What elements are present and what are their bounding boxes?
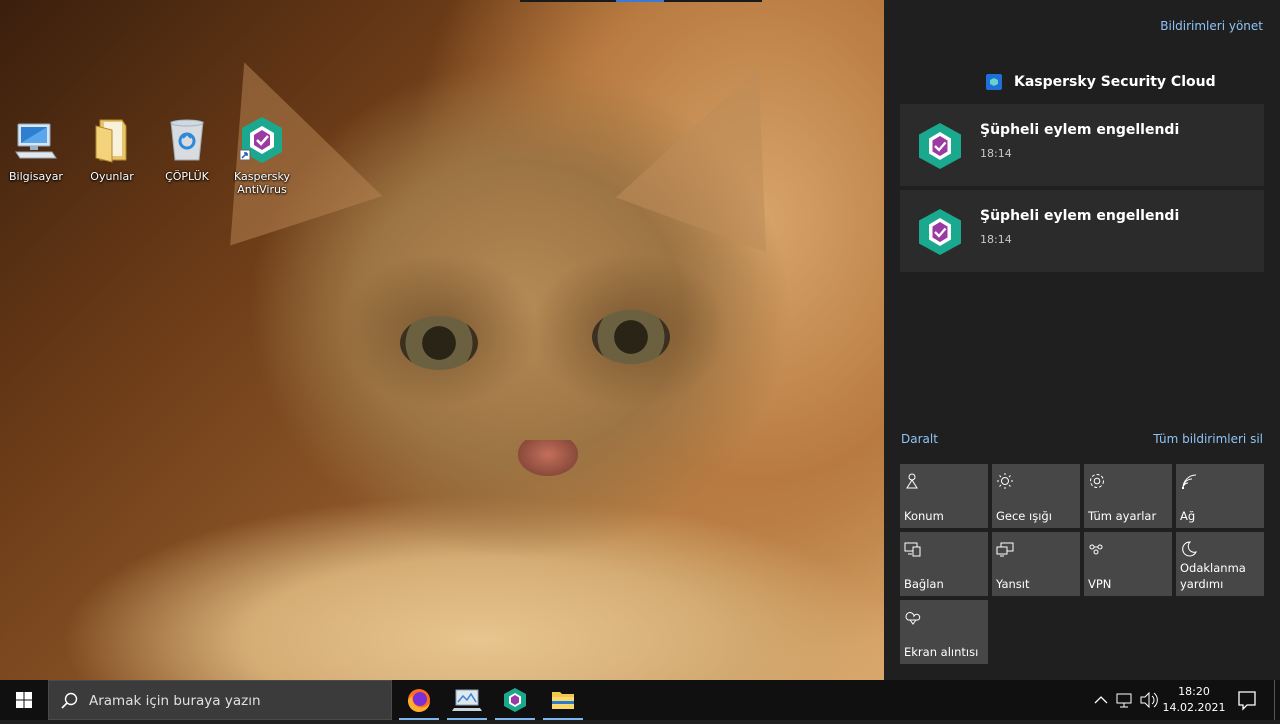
notification-title: Şüpheli eylem engellendi [980, 122, 1180, 138]
taskbar-app-kaspersky[interactable] [491, 680, 539, 720]
search-icon [61, 692, 79, 710]
settings-icon [1088, 472, 1106, 490]
action-center-panel: Bildirimleri yönet Kaspersky Security Cl… [884, 0, 1280, 680]
tile-label: Ekran alıntısı [904, 645, 979, 659]
chevron-up-icon [1094, 696, 1108, 704]
speaker-icon [1140, 691, 1158, 709]
connect-icon [904, 540, 922, 558]
network-wired-icon [1116, 693, 1132, 708]
notification-card[interactable]: Şüpheli eylem engellendi 18:14 [900, 104, 1264, 186]
project-icon [996, 540, 1014, 558]
kaspersky-small-icon [986, 74, 1002, 90]
windows-logo-icon [16, 692, 32, 708]
tile-label: VPN [1088, 577, 1112, 591]
notification-time: 18:14 [980, 147, 1012, 160]
tile-label: Bağlan [904, 577, 944, 591]
notification-time: 18:14 [980, 233, 1012, 246]
tile-label: Konum [904, 509, 944, 523]
start-button[interactable] [0, 680, 48, 720]
folder-icon [88, 116, 136, 164]
desktop-icon-kaspersky[interactable]: Kaspersky AntiVirus [226, 116, 298, 196]
taskbar-search-box[interactable] [48, 680, 392, 720]
tray-network[interactable] [1114, 680, 1136, 720]
quick-action-network[interactable]: Ağ [1176, 464, 1264, 528]
quick-action-vpn[interactable]: VPN [1084, 532, 1172, 596]
wallpaper-cat-ear-right [615, 37, 825, 253]
collapse-link[interactable]: Daralt [901, 432, 938, 446]
desktop-icon-games-folder[interactable]: Oyunlar [76, 116, 148, 183]
quick-action-all-settings[interactable]: Tüm ayarlar [1084, 464, 1172, 528]
manage-notifications-link[interactable]: Bildirimleri yönet [1160, 19, 1263, 33]
recycle-bin-icon [163, 116, 211, 164]
quick-action-night-light[interactable]: Gece ışığı [992, 464, 1080, 528]
firefox-icon [407, 689, 430, 713]
tile-label: Gece ışığı [996, 509, 1052, 523]
notification-card[interactable]: Şüpheli eylem engellendi 18:14 [900, 190, 1264, 272]
taskbar-app-file-explorer[interactable] [539, 680, 587, 720]
wallpaper-cat-nose [518, 440, 578, 476]
desktop-icon-computer[interactable]: Bilgisayar [0, 116, 72, 183]
quick-action-location[interactable]: Konum [900, 464, 988, 528]
kaspersky-icon [918, 209, 962, 255]
quick-action-project[interactable]: Yansıt [992, 532, 1080, 596]
focus-assist-icon [1180, 540, 1198, 558]
computer-icon [12, 116, 60, 164]
desktop-icon-recycle-bin[interactable]: ÇÖPLÜK [151, 116, 223, 183]
desktop-icon-label: Oyunlar [90, 170, 134, 183]
show-hidden-icons-button[interactable] [1092, 680, 1110, 720]
night-light-icon [996, 472, 1014, 490]
screen-snip-icon [904, 608, 922, 626]
clock-time: 18:20 [1178, 685, 1210, 698]
notification-title: Şüpheli eylem engellendi [980, 208, 1180, 224]
action-center-button[interactable] [1228, 680, 1266, 720]
tile-label: Odaklanma yardımı [1180, 561, 1246, 591]
taskbar-app-monitor[interactable] [443, 680, 491, 720]
show-desktop-button[interactable] [1274, 680, 1280, 720]
monitor-app-icon [452, 689, 482, 711]
wallpaper-cat-eye-left [400, 316, 478, 370]
network-icon [1180, 472, 1198, 490]
taskbar: 18:20 14.02.2021 [0, 680, 1280, 720]
location-icon [904, 472, 922, 490]
quick-action-connect[interactable]: Bağlan [900, 532, 988, 596]
taskbar-app-firefox[interactable] [395, 680, 443, 720]
search-input[interactable] [89, 690, 379, 712]
clear-all-notifications-link[interactable]: Tüm bildirimleri sil [1153, 432, 1263, 446]
notification-group-header[interactable]: Kaspersky Security Cloud [986, 74, 1216, 90]
taskbar-clock[interactable]: 18:20 14.02.2021 [1162, 684, 1226, 716]
vpn-icon [1088, 540, 1106, 558]
tile-label: Ağ [1180, 509, 1196, 523]
kaspersky-icon [238, 116, 286, 164]
file-explorer-icon [552, 692, 574, 709]
desktop-icon-label: Bilgisayar [9, 170, 63, 183]
notification-app-name: Kaspersky Security Cloud [1014, 74, 1216, 90]
window-edge-strip [520, 0, 762, 2]
tray-volume[interactable] [1138, 680, 1160, 720]
quick-action-focus-assist[interactable]: Odaklanma yardımı [1176, 532, 1264, 596]
clock-date: 14.02.2021 [1162, 701, 1226, 714]
desktop-icon-label: Kaspersky AntiVirus [234, 170, 290, 196]
kaspersky-icon [504, 688, 526, 712]
kaspersky-icon [918, 123, 962, 169]
tile-label: Tüm ayarlar [1088, 509, 1157, 523]
notification-icon [1238, 691, 1256, 711]
desktop-icon-label: ÇÖPLÜK [165, 170, 209, 183]
quick-action-screen-snip[interactable]: Ekran alıntısı [900, 600, 988, 664]
wallpaper-cat-eye-right [592, 310, 670, 364]
tile-label: Yansıt [996, 577, 1030, 591]
desktop-wallpaper: Bilgisayar Oyunlar ÇÖPLÜK Kaspersky Anti… [0, 0, 884, 680]
